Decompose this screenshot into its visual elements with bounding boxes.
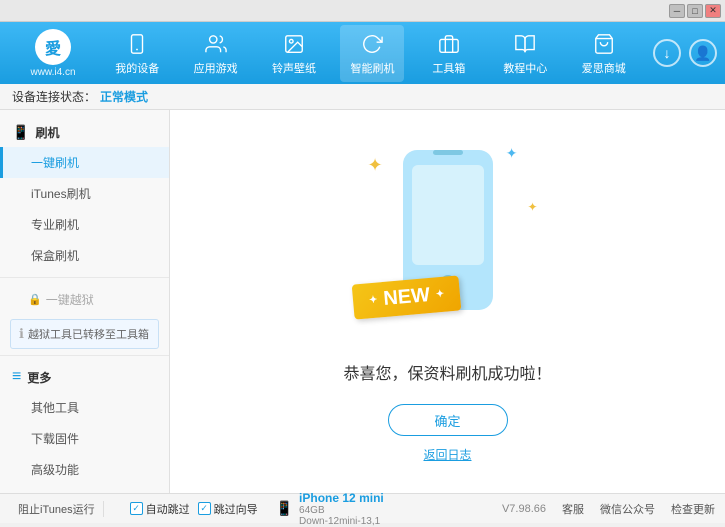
success-text: 恭喜您，保资料刷机成功啦！ [343, 360, 551, 384]
logo-text: www.i4.cn [30, 67, 75, 78]
notice-text: 越狱工具已转移至工具箱 [28, 326, 149, 342]
lock-icon: 🔒 [28, 293, 42, 306]
notice-icon: ℹ [19, 326, 24, 342]
sidebar: 📱 刷机 一键刷机 iTunes刷机 专业刷机 保盒刷机 🔒 一键越狱 ℹ 越狱… [0, 110, 170, 493]
status-label: 设备连接状态： [12, 88, 96, 105]
checkbox-skip-wizard[interactable]: 跳过向导 [198, 501, 258, 517]
sidebar-item-jailbreak: 🔒 一键越狱 [0, 284, 169, 315]
nav-item-ringtone[interactable]: 铃声壁纸 [262, 25, 326, 82]
sidebar-section-more: ≡ 更多 [0, 362, 169, 392]
new-badge: ✦ NEW ✦ [351, 275, 461, 319]
ringtone-icon [281, 31, 307, 57]
sidebar-item-one-click-flash[interactable]: 一键刷机 [0, 147, 169, 178]
status-value: 正常模式 [100, 88, 148, 105]
sidebar-item-download-fw[interactable]: 下载固件 [0, 423, 169, 454]
customer-service-link[interactable]: 客服 [562, 501, 584, 517]
checkbox-auto-skip[interactable]: 自动跳过 [130, 501, 190, 517]
nav-item-smart-flash[interactable]: 智能刷机 [340, 25, 404, 82]
device-name: iPhone 12 mini [299, 491, 384, 505]
nav-item-store[interactable]: 爱思商城 [572, 25, 636, 82]
title-bar: ─ □ ✕ [0, 0, 725, 22]
sparkle-top: ✦ [506, 145, 518, 162]
logo-area[interactable]: 愛 www.i4.cn [8, 29, 98, 78]
app-games-icon [203, 31, 229, 57]
sidebar-divider-2 [0, 355, 169, 356]
sidebar-divider-1 [0, 277, 169, 278]
content-area: ✦ ✦ ✦ ✦ NEW ✦ 恭喜您，保资料刷机成功啦！ 确定 返回日志 [170, 110, 725, 493]
download-button[interactable]: ↓ [653, 39, 681, 67]
sidebar-item-save-flash[interactable]: 保盒刷机 [0, 240, 169, 271]
sidebar-item-advanced[interactable]: 高级功能 [0, 454, 169, 485]
nav-right: ↓ 👤 [653, 39, 717, 67]
nav-items: 我的设备 应用游戏 铃声壁纸 智能刷机 工具箱 [98, 25, 643, 82]
nav-label-tutorial: 教程中心 [503, 60, 547, 76]
smart-flash-icon [359, 31, 385, 57]
my-device-icon [124, 31, 150, 57]
sidebar-item-other-tools[interactable]: 其他工具 [0, 392, 169, 423]
user-button[interactable]: 👤 [689, 39, 717, 67]
flash-section-icon: 📱 [12, 124, 29, 141]
device-storage: 64GB [299, 505, 384, 516]
device-model: Down-12mini-13,1 [299, 516, 384, 527]
tutorial-icon [512, 31, 538, 57]
jailbreak-label: 一键越狱 [46, 291, 94, 308]
bottom-device-info: 📱 iPhone 12 mini 64GB Down-12mini-13,1 [276, 491, 502, 527]
nav-item-app-games[interactable]: 应用游戏 [184, 25, 248, 82]
nav-label-store: 爱思商城 [582, 60, 626, 76]
sparkle-right: ✦ [527, 200, 537, 214]
device-icon: 📱 [276, 500, 293, 517]
nav-item-my-device[interactable]: 我的设备 [105, 25, 169, 82]
check-update-link[interactable]: 检查更新 [671, 501, 715, 517]
status-bar: 设备连接状态： 正常模式 [0, 84, 725, 110]
more-section-title: 更多 [27, 369, 51, 386]
checkbox-auto-skip-box[interactable] [130, 502, 143, 515]
flash-section-title: 刷机 [35, 124, 59, 141]
nav-label-my-device: 我的设备 [115, 60, 159, 76]
minimize-button[interactable]: ─ [669, 4, 685, 18]
checkbox-skip-wizard-box[interactable] [198, 502, 211, 515]
nav-label-app-games: 应用游戏 [194, 60, 238, 76]
version-text: V7.98.66 [502, 503, 546, 515]
checkbox-skip-wizard-label: 跳过向导 [214, 501, 258, 517]
bottom-bar: 阻止iTunes运行 自动跳过 跳过向导 📱 iPhone 12 mini 64… [0, 493, 725, 523]
store-icon [591, 31, 617, 57]
sidebar-item-pro-flash[interactable]: 专业刷机 [0, 209, 169, 240]
close-button[interactable]: ✕ [705, 4, 721, 18]
toolbox-icon [436, 31, 462, 57]
sidebar-section-flash: 📱 刷机 [0, 118, 169, 147]
stop-itunes-label: 阻止iTunes运行 [18, 501, 95, 517]
sidebar-notice: ℹ 越狱工具已转移至工具箱 [10, 319, 159, 349]
checkbox-auto-skip-label: 自动跳过 [146, 501, 190, 517]
nav-item-tutorial[interactable]: 教程中心 [493, 25, 557, 82]
maximize-button[interactable]: □ [687, 4, 703, 18]
main-layout: 📱 刷机 一键刷机 iTunes刷机 专业刷机 保盒刷机 🔒 一键越狱 ℹ 越狱… [0, 110, 725, 493]
success-illustration: ✦ ✦ ✦ ✦ NEW ✦ [348, 140, 548, 340]
bottom-checkboxes: 自动跳过 跳过向导 [120, 501, 268, 517]
bottom-right: V7.98.66 客服 微信公众号 检查更新 [502, 501, 715, 517]
header: 愛 www.i4.cn 我的设备 应用游戏 铃声壁纸 智能刷机 [0, 22, 725, 84]
wechat-link[interactable]: 微信公众号 [600, 501, 655, 517]
nav-label-smart-flash: 智能刷机 [350, 60, 394, 76]
sparkle-left: ✦ [368, 155, 383, 176]
stop-itunes-button[interactable]: 阻止iTunes运行 [10, 501, 104, 517]
again-link[interactable]: 返回日志 [423, 446, 471, 463]
logo-icon: 愛 [35, 29, 71, 65]
confirm-button[interactable]: 确定 [388, 404, 508, 436]
nav-label-ringtone: 铃声壁纸 [272, 60, 316, 76]
nav-item-toolbox[interactable]: 工具箱 [419, 25, 479, 82]
sidebar-item-itunes-flash[interactable]: iTunes刷机 [0, 178, 169, 209]
nav-label-toolbox: 工具箱 [432, 60, 465, 76]
more-section-icon: ≡ [12, 368, 21, 386]
